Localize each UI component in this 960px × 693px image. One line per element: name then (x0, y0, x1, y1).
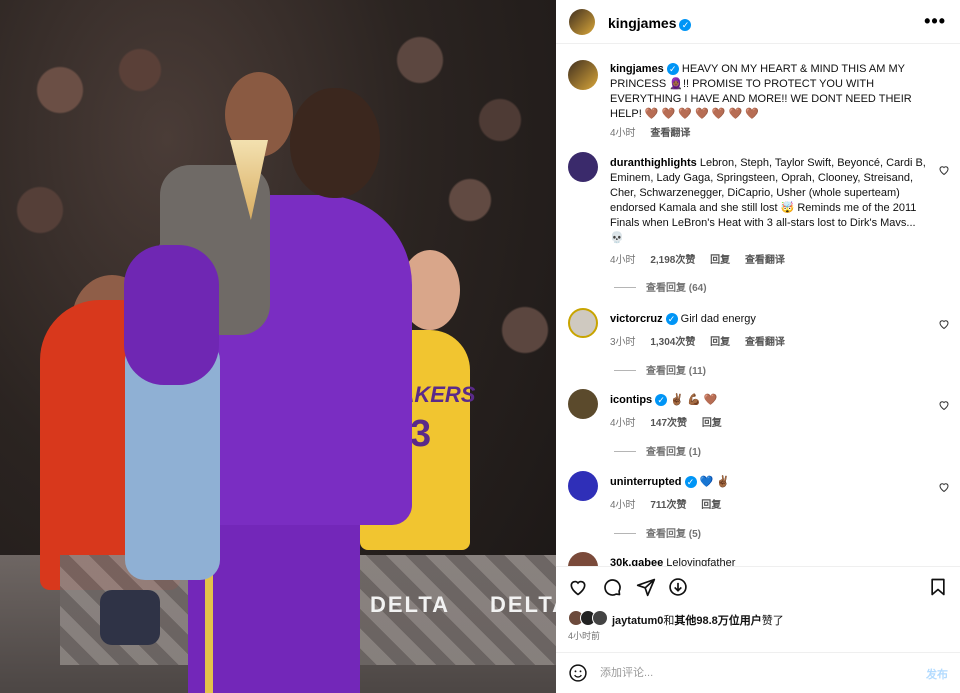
reply-button[interactable]: 回复 (701, 500, 721, 511)
commenter-avatar[interactable] (568, 308, 598, 338)
reply-button[interactable]: 回复 (702, 418, 722, 429)
man-head (290, 88, 380, 198)
comment-text: Girl dad energy (680, 313, 756, 325)
comment-time: 4小时 (610, 500, 636, 511)
comment-meta: 3小时 1,304次赞 回复 查看翻译 (610, 333, 797, 348)
delta-logo-text: DELTA (370, 592, 451, 617)
comment-username[interactable]: 30k.gabee (610, 557, 663, 566)
comment-text-block: duranthighlights Lebron, Steph, Taylor S… (610, 156, 930, 246)
author-username[interactable]: kingjames ✓ (608, 15, 692, 31)
translate-link[interactable]: 查看翻译 (745, 337, 785, 348)
post-action-bar (556, 566, 960, 606)
like-comment-heart-icon[interactable] (938, 399, 950, 411)
post-time: 4小时前 (568, 631, 601, 641)
comment-likes-count[interactable]: 1,304次赞 (650, 337, 695, 348)
likes-summary: jaytatum0和其他98.8万位用户赞了 4小时前 (556, 606, 960, 642)
caption-meta: 4小时 查看翻译 (610, 124, 702, 139)
comment-text: ✌🏾 💪🏾 🤎 (670, 394, 718, 406)
caption-text-block: kingjames ✓ HEAVY ON MY HEART & MIND THIS… (610, 62, 930, 122)
comment-username[interactable]: uninterrupted (610, 476, 682, 488)
like-comment-heart-icon[interactable] (938, 318, 950, 330)
download-circle-icon[interactable] (668, 577, 688, 597)
commenter-avatar[interactable] (568, 552, 598, 566)
liker-avatar (592, 610, 608, 626)
comment-bubble-icon[interactable] (602, 577, 622, 597)
comment-text-block: victorcruz ✓ Girl dad energy (610, 312, 930, 327)
comment-text-block: uninterrupted ✓ 💙 ✌🏾 (610, 475, 930, 490)
share-send-icon[interactable] (636, 577, 656, 597)
commenter-avatar[interactable] (568, 471, 598, 501)
post-header: kingjames ✓ ••• (556, 0, 960, 44)
author-avatar[interactable] (568, 60, 598, 90)
reply-button[interactable]: 回复 (710, 255, 730, 266)
comment-text: Lebron, Steph, Taylor Swift, Beyoncé, Ca… (610, 157, 926, 244)
comment-meta: 4小时 2,198次赞 回复 查看翻译 (610, 251, 797, 266)
comment-username[interactable]: icontips (610, 394, 652, 406)
like-heart-icon[interactable] (568, 577, 588, 597)
comment-text-block: 30k.gabee Lelovingfather (610, 556, 930, 566)
verified-badge-icon: ✓ (684, 476, 697, 488)
verified-badge-icon: ✓ (666, 63, 679, 75)
post-side-panel: kingjames ✓ ••• kingjames ✓ HEAVY ON MY HE… (556, 0, 960, 693)
author-avatar[interactable] (569, 9, 595, 35)
view-replies-button[interactable]: 查看回复 (5) (614, 525, 701, 540)
verified-badge-icon: ✓ (655, 394, 668, 406)
post-comment-button[interactable]: 发布 (926, 666, 948, 682)
comment-time: 3小时 (610, 337, 636, 348)
emoji-smile-icon[interactable] (568, 663, 588, 683)
comment-username[interactable]: victorcruz (610, 313, 663, 325)
comment-likes-count[interactable]: 711次赞 (650, 500, 686, 511)
view-replies-button[interactable]: 查看回复 (11) (614, 362, 706, 377)
comments-list[interactable]: kingjames ✓ HEAVY ON MY HEART & MIND THIS… (556, 44, 960, 566)
verified-badge-icon: ✓ (665, 313, 678, 325)
comment-meta: 4小时 147次赞 回复 (610, 414, 734, 429)
comment-meta: 4小时 711次赞 回复 (610, 496, 733, 511)
commenter-avatar[interactable] (568, 389, 598, 419)
view-replies-button[interactable]: 查看回复 (64) (614, 279, 707, 294)
delta-logo-text: DELTA (490, 592, 556, 617)
add-comment-input[interactable] (600, 664, 900, 682)
comment-likes-count[interactable]: 147次赞 (650, 418, 687, 429)
translate-link[interactable]: 查看翻译 (650, 128, 690, 139)
verified-badge-icon: ✓ (679, 19, 692, 31)
caption-time: 4小时 (610, 128, 636, 139)
girl-sneaker (100, 590, 160, 645)
comment-time: 4小时 (610, 255, 636, 266)
view-replies-button[interactable]: 查看回复 (1) (614, 443, 701, 458)
comment-composer: 发布 (556, 652, 960, 693)
reply-button[interactable]: 回复 (710, 337, 730, 348)
translate-link[interactable]: 查看翻译 (745, 255, 785, 266)
liker-username[interactable]: jaytatum0 (612, 615, 663, 627)
commenter-avatar[interactable] (568, 152, 598, 182)
man-arm (124, 245, 219, 385)
comment-text: 💙 ✌🏾 (699, 476, 731, 488)
jersey-number: 3 (410, 413, 432, 455)
like-comment-heart-icon[interactable] (938, 481, 950, 493)
caption-username[interactable]: kingjames (610, 63, 664, 75)
likes-text[interactable]: jaytatum0和其他98.8万位用户赞了 (612, 612, 784, 628)
bookmark-icon[interactable] (928, 577, 948, 597)
others-count[interactable]: 其他98.8万位用户 (674, 615, 761, 627)
comment-text: Lelovingfather (666, 557, 736, 566)
post-photo[interactable]: LAKERS 3 DELTA DELTA (0, 0, 556, 693)
comment-text-block: icontips ✓ ✌🏾 💪🏾 🤎 (610, 393, 930, 408)
comment-username[interactable]: duranthighlights (610, 157, 697, 169)
comment-time: 4小时 (610, 418, 636, 429)
like-comment-heart-icon[interactable] (938, 164, 950, 176)
more-options-icon[interactable]: ••• (924, 11, 946, 32)
comment-likes-count[interactable]: 2,198次赞 (650, 255, 695, 266)
